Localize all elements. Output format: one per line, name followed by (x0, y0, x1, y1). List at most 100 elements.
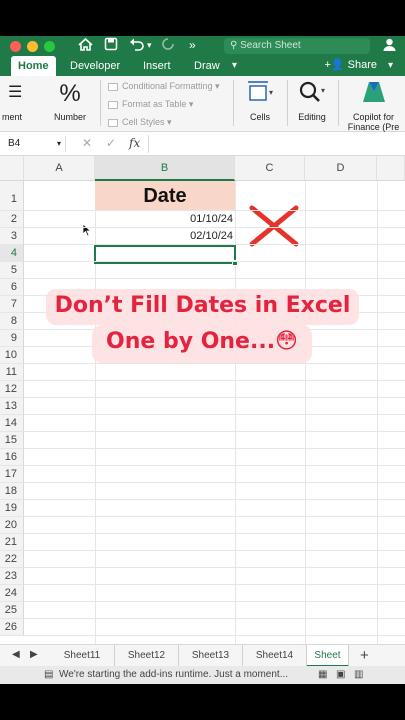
search-sheet-input[interactable]: ⚲ Search Sheet (224, 38, 370, 54)
more-commands-icon[interactable]: » (189, 37, 196, 54)
close-window-button[interactable] (10, 41, 21, 52)
row-header-4[interactable]: 4 (0, 245, 24, 262)
conditional-formatting-icon (108, 82, 118, 91)
formula-input[interactable] (148, 135, 400, 153)
editing-group[interactable]: ▾ Editing (292, 80, 332, 126)
cells-group[interactable]: ▾ Cells (240, 80, 280, 126)
copilot-finance-button[interactable]: Copilot for Finance (Pre (342, 80, 405, 132)
magnifier-icon: ▾ (299, 81, 325, 102)
column-header-a[interactable]: A (24, 156, 95, 181)
number-group[interactable]: % Number (50, 80, 90, 126)
account-icon[interactable] (382, 37, 397, 56)
copilot-label-line2: Finance (Pre (347, 122, 400, 132)
row-header-12[interactable]: 12 (0, 381, 24, 398)
row-header-19[interactable]: 19 (0, 500, 24, 517)
svg-text:▾: ▾ (269, 88, 273, 97)
zoom-window-button[interactable] (44, 41, 55, 52)
row-header-14[interactable]: 14 (0, 415, 24, 432)
column-header-b[interactable]: B (95, 156, 235, 181)
row-header-8[interactable]: 8 (0, 313, 24, 330)
select-all-corner[interactable] (0, 156, 24, 181)
row-gridline (24, 448, 405, 449)
row-header-21[interactable]: 21 (0, 534, 24, 551)
sheet-tab[interactable]: Sheet13 (179, 645, 243, 667)
spreadsheet-grid[interactable]: A B C D 1 2 3 4 5 6 7 8 9 10 11 12 13 14 15 16 17 18 19 20 2… (0, 156, 405, 644)
save-icon[interactable] (104, 37, 118, 55)
row-gridline (24, 397, 405, 398)
undo-icon[interactable] (129, 37, 145, 55)
column-header-e[interactable] (377, 156, 405, 181)
name-box[interactable]: B4 ▾ (4, 136, 66, 152)
row-header-26[interactable]: 26 (0, 619, 24, 636)
insert-function-icon[interactable]: fx (129, 136, 140, 150)
row-header-11[interactable]: 11 (0, 364, 24, 381)
row-header-5[interactable]: 5 (0, 262, 24, 279)
cell-b1[interactable]: Date (95, 181, 235, 211)
row-gridline (24, 363, 405, 364)
tab-home[interactable]: Home (11, 56, 56, 76)
ribbon-overflow-icon[interactable]: ▾ (388, 57, 393, 74)
row-header-9[interactable]: 9 (0, 330, 24, 347)
sheet-tab[interactable]: Sheet14 (243, 645, 307, 667)
minimize-window-button[interactable] (27, 41, 38, 52)
redo-icon[interactable] (161, 37, 175, 55)
cell-b1-value: Date (143, 185, 187, 207)
row-header-24[interactable]: 24 (0, 585, 24, 602)
row-gridline (24, 227, 405, 228)
row-gridline (24, 618, 405, 619)
row-header-22[interactable]: 22 (0, 551, 24, 568)
row-header-20[interactable]: 20 (0, 517, 24, 534)
page-layout-icon[interactable]: ▣ (336, 666, 345, 684)
alignment-label: ment (2, 112, 23, 122)
sheet-tab-bar: ◀ ▶ Sheet11 Sheet12 Sheet13 Sheet14 Shee… (0, 644, 405, 667)
add-sheet-icon[interactable]: + (360, 647, 369, 664)
row-gridline (24, 584, 405, 585)
row-header-1[interactable]: 1 (0, 181, 24, 211)
row-header-18[interactable]: 18 (0, 483, 24, 500)
row-header-6[interactable]: 6 (0, 279, 24, 296)
row-header-25[interactable]: 25 (0, 602, 24, 619)
conditional-formatting-label: Conditional Formatting (122, 81, 213, 91)
cell-styles-label: Cell Styles (122, 117, 165, 127)
conditional-formatting-button[interactable]: Conditional Formatting ▾ (108, 81, 220, 92)
row-header-16[interactable]: 16 (0, 449, 24, 466)
share-button[interactable]: +👤 Share (324, 57, 377, 74)
tabs-overflow-icon[interactable]: ▾ (232, 56, 237, 76)
cells-icon: ▾ (248, 81, 273, 101)
row-gridline (24, 516, 405, 517)
row-header-7[interactable]: 7 (0, 296, 24, 313)
cell-b2[interactable]: 01/10/24 (95, 211, 233, 228)
tab-draw[interactable]: Draw (194, 56, 220, 76)
ribbon-divider (287, 80, 288, 126)
home-icon[interactable] (78, 37, 93, 56)
row-header-23[interactable]: 23 (0, 568, 24, 585)
normal-view-icon[interactable]: ▦ (318, 666, 327, 684)
cell-styles-button[interactable]: Cell Styles ▾ (108, 117, 172, 128)
column-gridline (305, 181, 306, 644)
row-header-13[interactable]: 13 (0, 398, 24, 415)
sheet-tab[interactable]: Sheet12 (115, 645, 179, 667)
format-as-table-button[interactable]: Format as Table ▾ (108, 99, 193, 110)
row-header-3[interactable]: 3 (0, 228, 24, 245)
column-header-d[interactable]: D (305, 156, 377, 181)
sheet-tab-active[interactable]: Sheet (307, 645, 349, 667)
cell-b3[interactable]: 02/10/24 (95, 228, 233, 245)
row-gridline (24, 635, 405, 636)
undo-dropdown-icon[interactable]: ▾ (147, 37, 152, 54)
row-header-2[interactable]: 2 (0, 211, 24, 228)
prev-sheet-icon[interactable]: ◀ (12, 649, 20, 660)
caption-line-1: Don’t Fill Dates in Excel (46, 289, 359, 325)
column-header-c[interactable]: C (235, 156, 305, 181)
row-header-17[interactable]: 17 (0, 466, 24, 483)
tab-insert[interactable]: Insert (143, 56, 171, 76)
cancel-edit-icon[interactable]: ✕ (82, 136, 92, 150)
row-header-15[interactable]: 15 (0, 432, 24, 449)
tab-developer[interactable]: Developer (70, 56, 120, 76)
next-sheet-icon[interactable]: ▶ (30, 649, 38, 660)
alignment-group[interactable]: ☰ ment (2, 82, 34, 126)
confirm-edit-icon[interactable]: ✓ (106, 136, 116, 150)
sheet-tab[interactable]: Sheet11 (50, 645, 115, 667)
page-break-icon[interactable]: ▥ (354, 666, 363, 684)
search-placeholder: Search Sheet (240, 40, 301, 51)
row-header-10[interactable]: 10 (0, 347, 24, 364)
